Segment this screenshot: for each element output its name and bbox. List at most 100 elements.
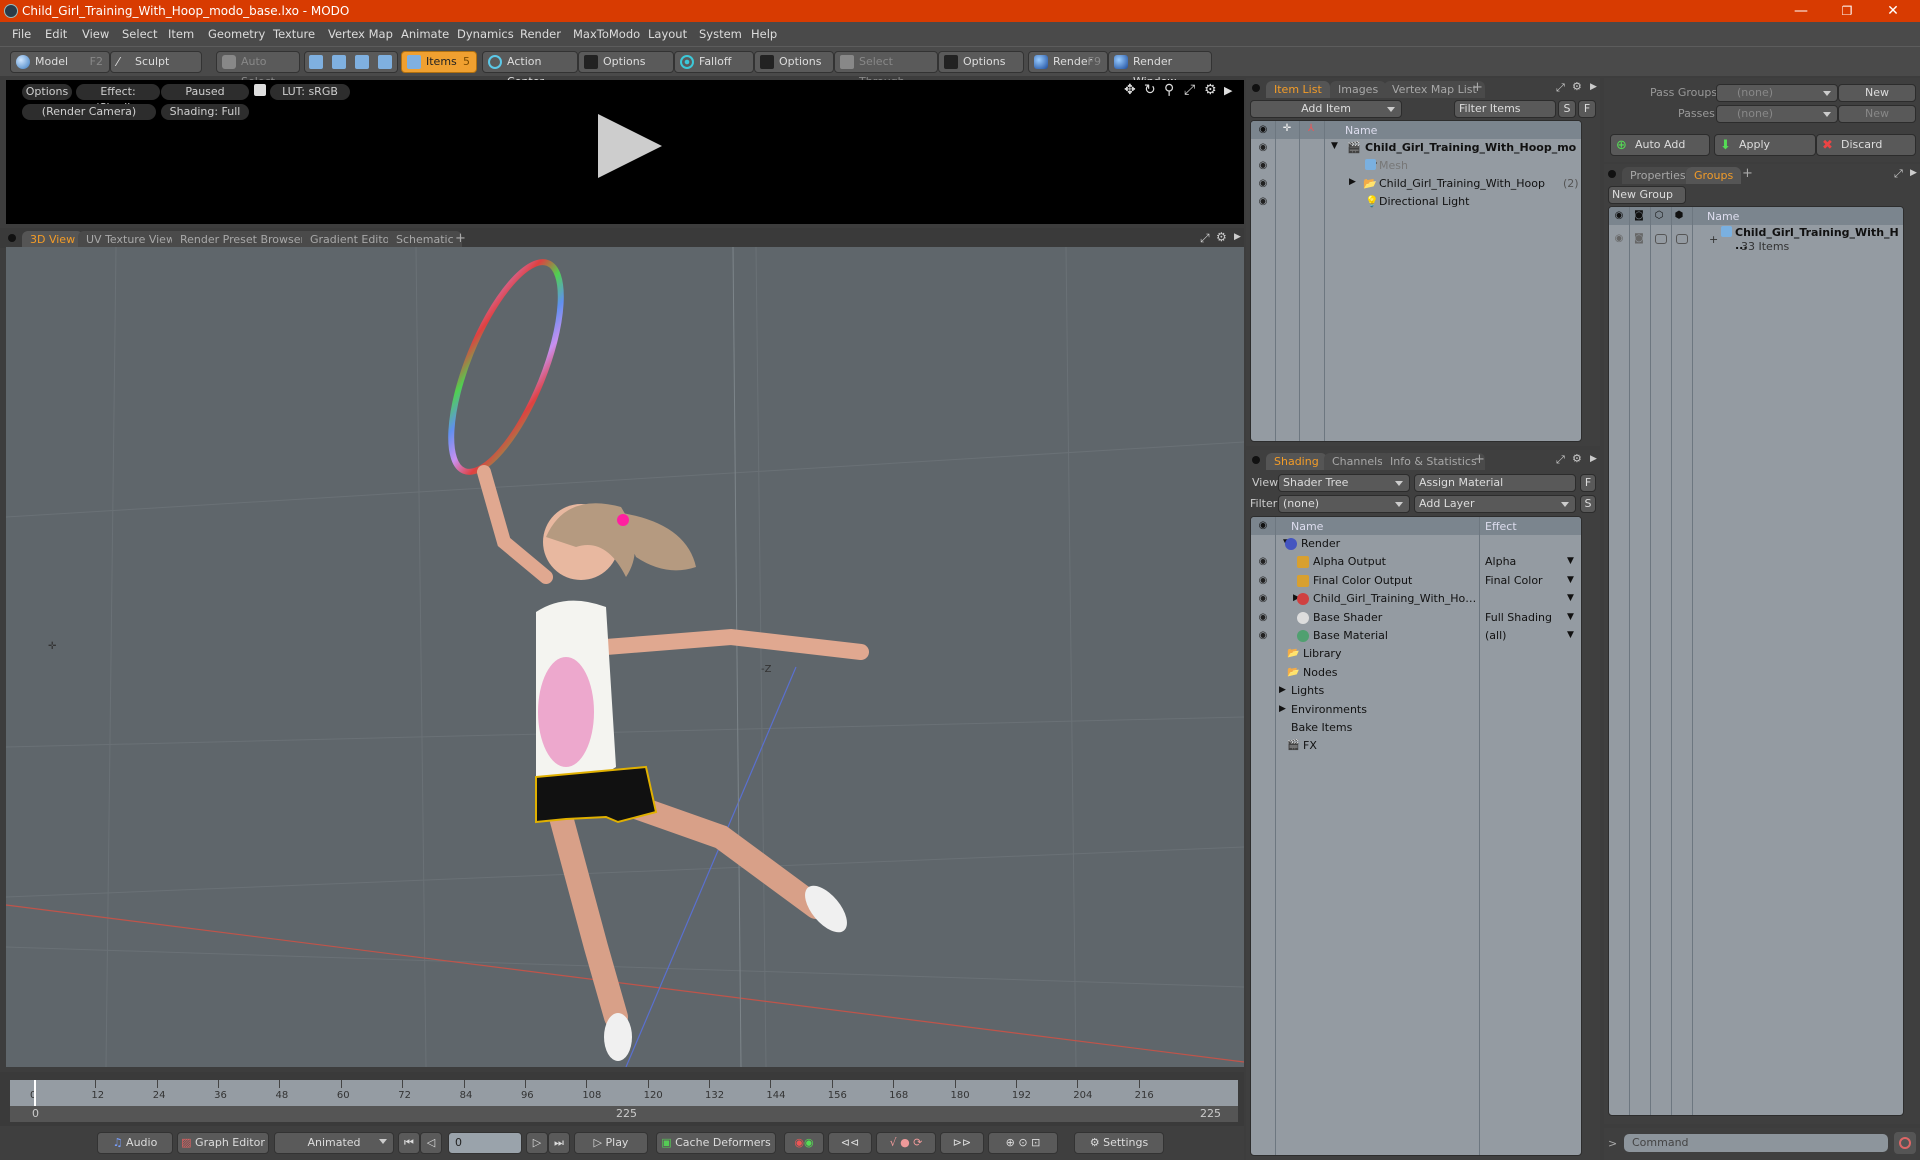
- select-through-button[interactable]: Select Through: [834, 51, 938, 88]
- shading-dropdown[interactable]: Shading: Full: [161, 104, 249, 120]
- maximize-icon[interactable]: ⤢: [1556, 453, 1565, 467]
- s-button[interactable]: S: [1580, 495, 1596, 513]
- add-layer-dropdown[interactable]: Add Layer: [1414, 495, 1576, 513]
- filter-items-input[interactable]: Filter Items: [1454, 100, 1556, 118]
- tab-schematic[interactable]: Schematic: [388, 231, 462, 248]
- falloff-options-button[interactable]: Options: [754, 51, 834, 73]
- add-tab-button[interactable]: +: [455, 231, 466, 246]
- item-row[interactable]: ◉ ▼ 🎬 Child_Girl_Training_With_Hoop_mo .…: [1251, 139, 1581, 167]
- view-dropdown[interactable]: Shader Tree: [1278, 474, 1410, 492]
- zoom-view-icon[interactable]: ⚲: [1164, 82, 1174, 98]
- menu-item[interactable]: Item: [168, 27, 194, 41]
- action-center-button[interactable]: Action Center: [482, 51, 578, 88]
- effect-value[interactable]: Final Color: [1485, 574, 1543, 587]
- record-macro-button[interactable]: [1894, 1132, 1916, 1154]
- maximize-icon[interactable]: ⤢: [1894, 167, 1903, 181]
- f-button[interactable]: F: [1580, 474, 1596, 492]
- tab-shading[interactable]: Shading: [1266, 453, 1327, 470]
- effect-dropdown-arrow-icon[interactable]: ▼: [1567, 612, 1574, 622]
- select-checkbox[interactable]: [1676, 234, 1688, 244]
- shader-row[interactable]: 📂 Library: [1251, 645, 1581, 663]
- auto-select-button[interactable]: Auto Select: [216, 51, 300, 88]
- current-frame-input[interactable]: 0: [448, 1132, 522, 1154]
- action-center-options-button[interactable]: Options: [578, 51, 674, 73]
- effect-dropdown-arrow-icon[interactable]: ▼: [1567, 593, 1574, 603]
- item-row[interactable]: ◉ ▶ 📂 Child_Girl_Training_With_Hoop (2): [1251, 175, 1581, 193]
- shader-row[interactable]: ◉ Final Color Output Final Color ▼: [1251, 572, 1581, 590]
- eye-icon[interactable]: ◉: [1255, 575, 1271, 586]
- expand-arrow-icon[interactable]: ▶: [1349, 177, 1356, 187]
- gear-icon[interactable]: ⚙: [1572, 452, 1582, 465]
- shader-row[interactable]: 📂 Nodes: [1251, 664, 1581, 682]
- gear-icon[interactable]: ⚙: [1572, 80, 1582, 93]
- group-row[interactable]: ◉ ◙ + Child_Girl_Training_With_H ... 33 …: [1609, 225, 1903, 255]
- cache-deformers-button[interactable]: ▣ Cache Deformers: [656, 1132, 776, 1154]
- preview-status-button[interactable]: Paused: [161, 84, 249, 100]
- record-buttons[interactable]: √ ● ⟳: [876, 1132, 936, 1154]
- menu-render[interactable]: Render: [520, 27, 561, 41]
- 3d-viewport[interactable]: -Z ✛: [6, 247, 1244, 1067]
- add-tab-button[interactable]: +: [1474, 452, 1485, 467]
- eye-icon[interactable]: ◉: [1255, 178, 1271, 189]
- select-through-options-button[interactable]: Options: [938, 51, 1024, 73]
- shader-row[interactable]: ▼Render: [1251, 535, 1581, 553]
- rotate-view-icon[interactable]: ↻: [1144, 82, 1156, 98]
- s-button[interactable]: S: [1558, 100, 1576, 118]
- materials-mode-icon[interactable]: [378, 55, 392, 69]
- play-button[interactable]: ▷ Play: [574, 1132, 648, 1154]
- tab-properties[interactable]: Properties: [1622, 167, 1694, 184]
- menu-layout[interactable]: Layout: [648, 27, 687, 41]
- key-buttons[interactable]: ◉◉: [784, 1132, 824, 1154]
- maximize-icon[interactable]: ⤢: [1556, 81, 1565, 95]
- render-window-button[interactable]: Render Window: [1108, 51, 1212, 88]
- auto-add-button[interactable]: ⊕ Auto Add: [1610, 134, 1710, 156]
- menu-file[interactable]: File: [12, 27, 31, 41]
- item-row[interactable]: ◉ Mesh: [1251, 157, 1581, 175]
- passes-dropdown[interactable]: (none): [1716, 105, 1838, 123]
- goto-end-button[interactable]: ⏭: [548, 1132, 570, 1154]
- add-tab-button[interactable]: +: [1472, 80, 1483, 95]
- animated-dropdown[interactable]: Animated: [274, 1132, 394, 1154]
- edges-mode-icon[interactable]: [332, 55, 346, 69]
- tab-3d-view[interactable]: 3D View: [22, 231, 84, 248]
- sculpt-button[interactable]: ⁄ Sculpt: [110, 51, 202, 73]
- polygons-mode-icon[interactable]: [355, 55, 369, 69]
- shader-row[interactable]: ▶ Lights: [1251, 682, 1581, 700]
- shader-row[interactable]: 🎬 FX: [1251, 737, 1581, 755]
- maximize-icon[interactable]: ⤢: [1184, 82, 1195, 98]
- shader-row[interactable]: Bake Items: [1251, 719, 1581, 737]
- effect-dropdown-arrow-icon[interactable]: ▼: [1567, 556, 1574, 566]
- goto-start-button[interactable]: ⏮: [398, 1132, 420, 1154]
- eye-icon[interactable]: ◉: [1255, 556, 1271, 567]
- preview-options-button[interactable]: Options: [22, 84, 72, 100]
- expand-arrow-icon[interactable]: ▶: [1279, 685, 1286, 695]
- assign-material-button[interactable]: Assign Material: [1414, 474, 1576, 492]
- tab-vertex-map-list[interactable]: Vertex Map List: [1384, 81, 1485, 98]
- minimize-button[interactable]: —: [1778, 0, 1824, 22]
- effect-value[interactable]: Full Shading: [1485, 611, 1552, 624]
- arrow-right-icon[interactable]: ▶: [1590, 82, 1597, 92]
- eye-icon[interactable]: ◉: [1255, 142, 1271, 153]
- playhead[interactable]: [34, 1080, 36, 1106]
- shader-row[interactable]: ▶ Environments: [1251, 701, 1581, 719]
- restore-button[interactable]: ❐: [1824, 0, 1870, 22]
- arrow-right-icon[interactable]: ▶: [1234, 232, 1241, 242]
- lock-checkbox[interactable]: [1655, 234, 1667, 244]
- arrow-right-icon[interactable]: ▶: [1224, 84, 1232, 97]
- items-mode-button[interactable]: Items 5: [401, 51, 477, 73]
- menu-system[interactable]: System: [699, 27, 742, 41]
- effect-dropdown-arrow-icon[interactable]: ▼: [1567, 630, 1574, 640]
- settings-button[interactable]: ⚙ Settings: [1074, 1132, 1164, 1154]
- tab-render-preset-browser[interactable]: Render Preset Browser: [172, 231, 314, 248]
- close-button[interactable]: ✕: [1870, 0, 1916, 22]
- apply-button[interactable]: ⬇ Apply: [1714, 134, 1816, 156]
- key-nav-next-buttons[interactable]: ⊳⊳: [940, 1132, 984, 1154]
- menu-dynamics[interactable]: Dynamics: [457, 27, 514, 41]
- pass-groups-dropdown[interactable]: (none): [1716, 84, 1838, 102]
- command-input[interactable]: Command: [1624, 1134, 1888, 1152]
- expand-arrow-icon[interactable]: ▶: [1279, 704, 1286, 714]
- channel-buttons[interactable]: ⊕ ⊙ ⊡: [988, 1132, 1058, 1154]
- arrow-right-icon[interactable]: ▶: [1910, 168, 1917, 178]
- key-nav-buttons[interactable]: ⊲⊲: [828, 1132, 872, 1154]
- lock-icon[interactable]: [254, 84, 266, 96]
